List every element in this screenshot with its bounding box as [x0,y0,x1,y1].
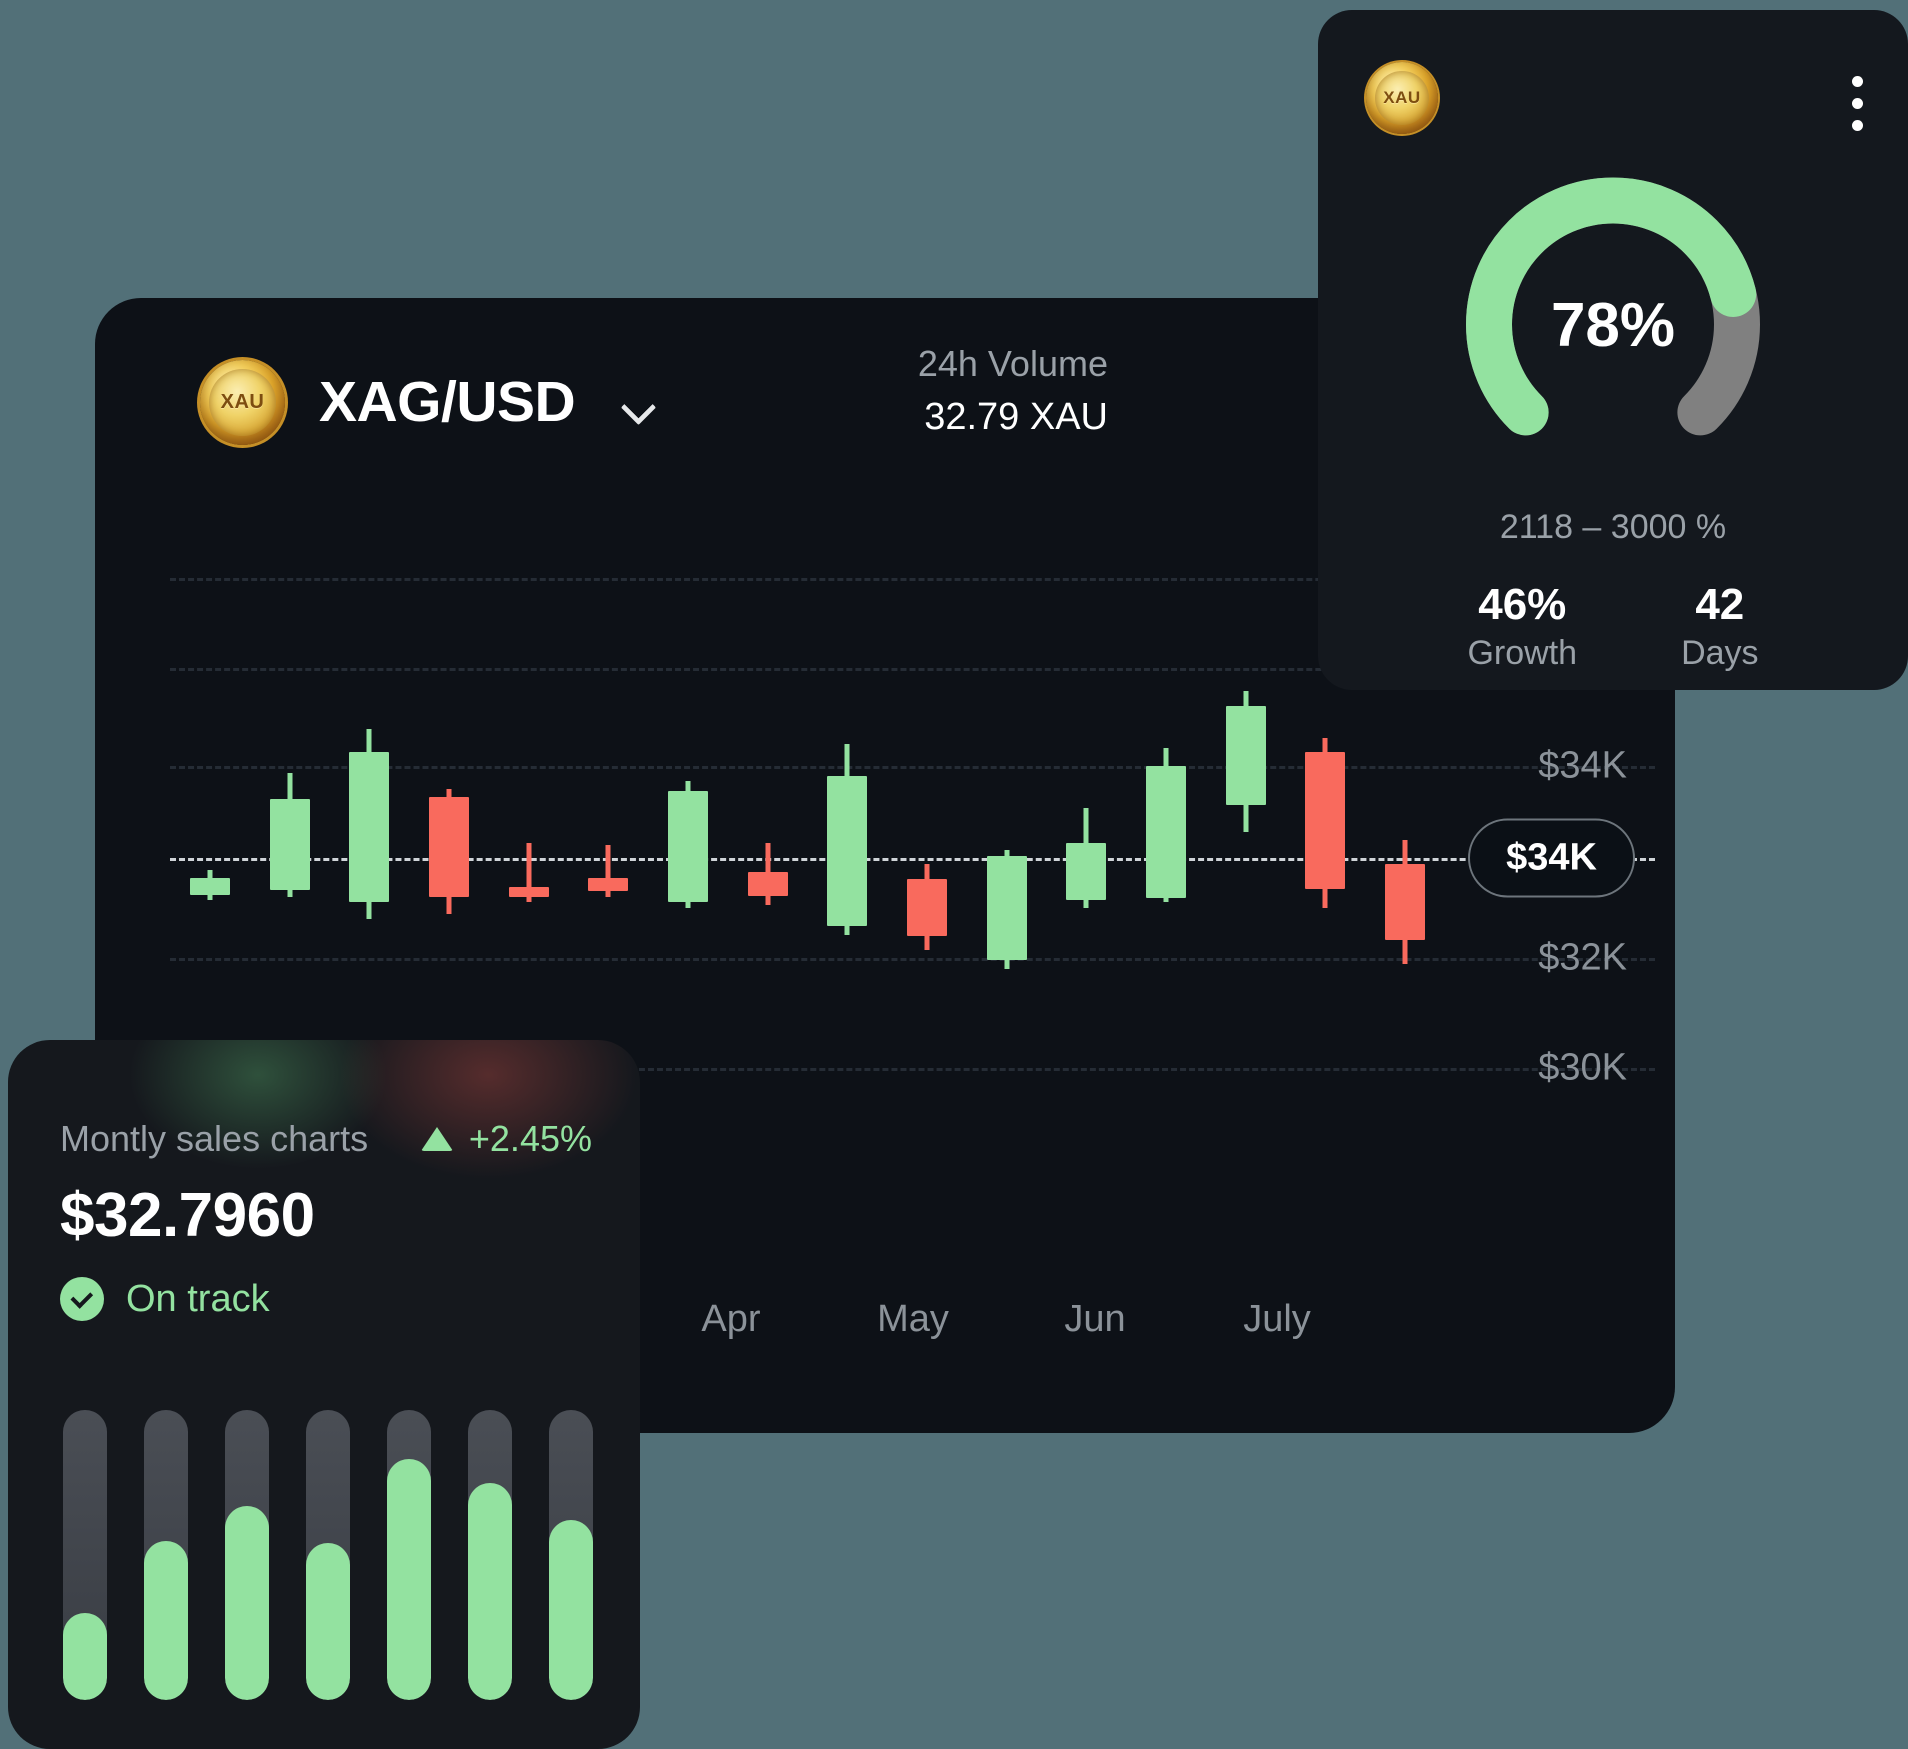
bar-track[interactable] [549,1410,593,1700]
candle-body [1305,752,1346,890]
stat-growth: 46% Growth [1467,580,1577,675]
sales-card-title: Montly sales charts [60,1118,369,1159]
pair-selector[interactable]: XAU XAG/USD [200,360,655,445]
gauge-percent-label: 78% [1550,290,1676,360]
kebab-dot [1852,76,1863,87]
bar-track[interactable] [63,1410,107,1700]
bar-track[interactable] [387,1410,431,1700]
candle-body [1385,864,1426,940]
bar-track[interactable] [306,1410,350,1700]
x-tick-label: July [1243,1298,1311,1340]
bar-fill [144,1540,188,1700]
bar-fill [549,1520,593,1700]
bar-track[interactable] [144,1410,188,1700]
sales-status: On track [60,1277,270,1321]
y-tick-label: $34K [1538,744,1627,787]
x-tick-label: Apr [701,1298,761,1340]
candle-body [747,872,788,896]
gauge-stats: 46% Growth 42 Days [1318,580,1908,675]
x-tick-label: Jun [1064,1298,1126,1340]
candle-body [508,887,549,897]
bar-track[interactable] [468,1410,512,1700]
pair-name: XAG/USD [319,370,576,434]
stat-value: 42 [1695,580,1745,629]
bar-fill [387,1459,431,1700]
kebab-dot [1852,98,1863,109]
candlestick [1066,508,1107,1298]
candle-body [588,877,629,892]
candle-body [189,877,230,895]
sales-delta-value: +2.45% [468,1118,592,1159]
stat-value: 46% [1478,580,1567,629]
candle-body [827,775,868,927]
volume-label: 24h Volume [917,343,1108,384]
bar-fill [306,1543,350,1700]
bar-fill [468,1482,512,1700]
triangle-up-icon [420,1127,453,1151]
volume-value: 32.79 XAU [924,396,1108,439]
screenshot-stage: XAU XAG/USD 24h Volume 32.79 XAU $34K $3… [0,0,1908,1749]
bar-fill [225,1505,269,1700]
progress-gauge: 78% [1448,160,1778,490]
candlestick [1225,508,1266,1298]
candle-body [667,791,708,902]
candle-body [349,752,390,902]
sales-card-header: Montly sales charts +2.45% [60,1118,592,1160]
xau-coin-icon: XAU [200,360,285,445]
sales-amount: $32.7960 [60,1181,315,1250]
sales-bar-chart [63,1400,593,1700]
candlestick [907,508,948,1298]
check-circle-icon [60,1277,104,1321]
chevron-down-icon[interactable] [621,389,655,423]
candle-body [1066,842,1107,900]
volume-block: 24h Volume 32.79 XAU [918,338,1108,445]
kebab-dot [1852,120,1863,131]
gauge-range-label: 2118 – 3000 % [1499,508,1727,546]
candle-body [1225,706,1266,806]
gauge-card: XAU 78% 2118 – 3000 % 46% Growth 42 Days [1318,10,1908,690]
candlestick [827,508,868,1298]
candlestick [986,508,1027,1298]
monthly-sales-card: Montly sales charts +2.45% $32.7960 On t… [8,1040,640,1749]
candlestick [747,508,788,1298]
gauge-card-header: XAU [1366,62,1864,134]
candlestick [667,508,708,1298]
bar-track[interactable] [225,1410,269,1700]
stat-label: Growth [1467,633,1578,672]
kebab-menu-icon[interactable] [1852,62,1864,131]
coin-icon-label: XAU [220,391,265,413]
xau-coin-icon: XAU [1366,62,1438,134]
coin-icon-label: XAU [1383,88,1421,107]
candle-body [428,796,469,897]
sales-delta-badge: +2.45% [420,1118,592,1160]
candle-body [1146,766,1187,898]
stat-days: 42 Days [1681,580,1758,675]
candlestick [1146,508,1187,1298]
y-tick-label: $30K [1538,1046,1627,1089]
bar-fill [63,1613,107,1700]
y-tick-label: $32K [1538,936,1627,979]
candle-body [907,878,948,936]
x-tick-label: May [877,1298,949,1340]
candle-body [269,798,310,891]
stat-label: Days [1681,633,1759,672]
candle-body [986,855,1027,960]
sales-status-label: On track [126,1277,270,1320]
